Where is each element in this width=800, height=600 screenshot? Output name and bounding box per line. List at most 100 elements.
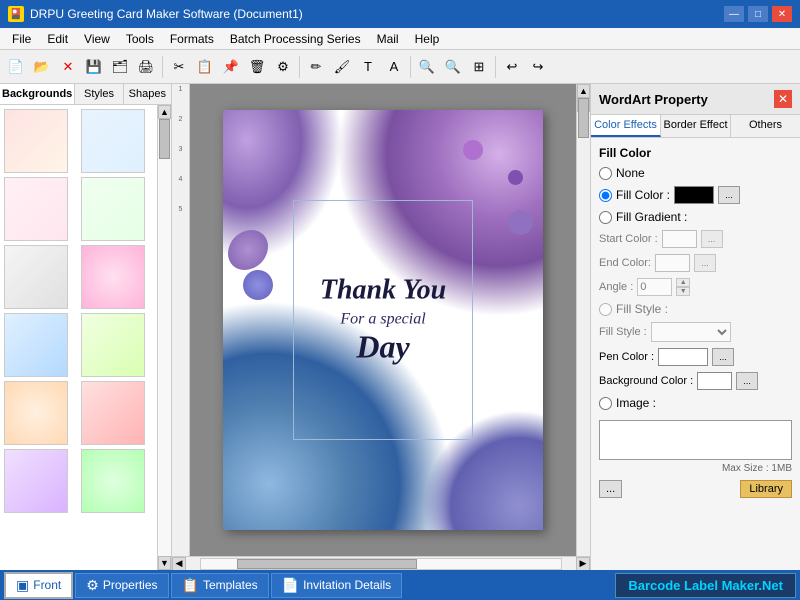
- scroll-thumb[interactable]: [159, 119, 170, 159]
- tb-copy[interactable]: 📋: [193, 55, 217, 79]
- tb-new[interactable]: 📄: [4, 55, 28, 79]
- toolbar-sep-1: [162, 56, 163, 78]
- angle-down: ▼: [676, 287, 690, 296]
- bg-thumb-5[interactable]: [4, 245, 68, 309]
- menu-view[interactable]: View: [76, 30, 118, 48]
- bg-thumb-3[interactable]: [4, 177, 68, 241]
- bg-thumb-7[interactable]: [4, 313, 68, 377]
- tb-grid[interactable]: ⊞: [467, 55, 491, 79]
- none-radio-label[interactable]: None: [599, 166, 645, 180]
- fill-color-label: Fill Color :: [616, 188, 670, 202]
- bg-thumb-4[interactable]: [81, 177, 145, 241]
- fill-color-swatch[interactable]: [674, 186, 714, 204]
- image-radio[interactable]: [599, 397, 612, 410]
- ruler-mark-1: 1: [179, 86, 183, 116]
- invitation-label: Invitation Details: [303, 578, 391, 592]
- tab-shapes[interactable]: Shapes: [124, 84, 171, 104]
- tab-others[interactable]: Others: [731, 115, 800, 137]
- bg-color-btn[interactable]: ...: [736, 372, 758, 390]
- menu-batch[interactable]: Batch Processing Series: [222, 30, 369, 48]
- fill-color-radio-label[interactable]: Fill Color :: [599, 188, 670, 202]
- tb-delete[interactable]: 🗑: [245, 55, 269, 79]
- bg-thumb-6[interactable]: [81, 245, 145, 309]
- scroll-up-arrow[interactable]: ▲: [158, 105, 171, 119]
- tab-border-effect[interactable]: Border Effect: [661, 115, 731, 137]
- fill-style-radio-row: Fill Style :: [599, 302, 792, 316]
- toolbar: 📄 📂 ✕ 💾 🗂 🖨 ✂ 📋 📌 🗑 ⚙ ✏ 🖌 T A 🔍 🔍 ⊞ ↩ ↪: [0, 50, 800, 84]
- card-text-sub: For a special: [320, 311, 446, 329]
- tb-settings[interactable]: ⚙: [271, 55, 295, 79]
- toolbar-sep-4: [495, 56, 496, 78]
- tb-text[interactable]: T: [356, 55, 380, 79]
- canvas-scrollbar-v[interactable]: ▲ ▼: [576, 84, 590, 556]
- bg-thumb-2[interactable]: [81, 109, 145, 173]
- left-panel-scrollbar[interactable]: ▲ ▼: [157, 105, 171, 570]
- image-action-btn[interactable]: ...: [599, 480, 622, 498]
- bg-thumb-1[interactable]: [4, 109, 68, 173]
- tab-backgrounds[interactable]: Backgrounds: [0, 84, 75, 104]
- h-scroll-left[interactable]: ◀: [172, 557, 186, 571]
- tab-color-effects[interactable]: Color Effects: [591, 115, 661, 137]
- menu-edit[interactable]: Edit: [39, 30, 76, 48]
- image-path-input[interactable]: [599, 420, 792, 460]
- tb-undo[interactable]: ↩: [500, 55, 524, 79]
- pen-color-swatch[interactable]: [658, 348, 708, 366]
- h-scroll-right[interactable]: ▶: [576, 557, 590, 571]
- bottom-btn-templates[interactable]: 📋 Templates: [171, 573, 269, 598]
- bg-thumb-8[interactable]: [81, 313, 145, 377]
- thumbnail-scroll[interactable]: [0, 105, 157, 570]
- fill-gradient-radio-label[interactable]: Fill Gradient :: [599, 210, 687, 224]
- tb-pencil[interactable]: ✏: [304, 55, 328, 79]
- canvas-scroll-thumb[interactable]: [578, 98, 589, 138]
- canvas-viewport[interactable]: Thank You For a special Day: [190, 84, 576, 556]
- wordart-close-button[interactable]: ✕: [774, 90, 792, 108]
- bg-color-swatch[interactable]: [697, 372, 732, 390]
- tb-brush[interactable]: 🖌: [330, 55, 354, 79]
- tb-print[interactable]: 🖨: [134, 55, 158, 79]
- canvas-scrollbar-h[interactable]: ◀ ▶: [172, 556, 590, 570]
- maximize-button[interactable]: □: [748, 6, 768, 22]
- start-color-label: Start Color :: [599, 233, 658, 245]
- bg-color-row: Background Color : ...: [599, 372, 792, 390]
- fill-gradient-radio[interactable]: [599, 211, 612, 224]
- tb-redo[interactable]: ↪: [526, 55, 550, 79]
- scroll-down-arrow[interactable]: ▼: [158, 556, 171, 570]
- minimize-button[interactable]: —: [724, 6, 744, 22]
- menu-help[interactable]: Help: [407, 30, 448, 48]
- tb-paste[interactable]: 📌: [219, 55, 243, 79]
- tab-styles[interactable]: Styles: [75, 84, 123, 104]
- bg-thumb-12[interactable]: [81, 449, 145, 513]
- tb-open[interactable]: 📂: [30, 55, 54, 79]
- fill-color-radio[interactable]: [599, 189, 612, 202]
- bottom-btn-invitation[interactable]: 📄 Invitation Details: [271, 573, 402, 598]
- tb-wordart[interactable]: A: [382, 55, 406, 79]
- h-scroll-thumb[interactable]: [237, 559, 417, 569]
- library-button[interactable]: Library: [740, 480, 792, 498]
- bg-thumb-10[interactable]: [81, 381, 145, 445]
- tb-zoom-out[interactable]: 🔍: [441, 55, 465, 79]
- greeting-card[interactable]: Thank You For a special Day: [223, 110, 543, 530]
- tb-cut[interactable]: ✂: [167, 55, 191, 79]
- card-text-group[interactable]: Thank You For a special Day: [320, 275, 446, 366]
- tb-save2[interactable]: 🗂: [108, 55, 132, 79]
- menu-mail[interactable]: Mail: [369, 30, 407, 48]
- close-button[interactable]: ✕: [772, 6, 792, 22]
- bg-thumb-11[interactable]: [4, 449, 68, 513]
- canvas-area: 1 2 3 4 5: [172, 84, 590, 570]
- tb-save[interactable]: 💾: [82, 55, 106, 79]
- tb-close-doc[interactable]: ✕: [56, 55, 80, 79]
- menu-formats[interactable]: Formats: [162, 30, 222, 48]
- end-color-row: End Color: ...: [599, 254, 792, 272]
- menu-tools[interactable]: Tools: [118, 30, 162, 48]
- fill-color-picker-btn[interactable]: ...: [718, 186, 740, 204]
- bottom-btn-front[interactable]: ▣ Front: [4, 572, 73, 599]
- menu-file[interactable]: File: [4, 30, 39, 48]
- pen-color-btn[interactable]: ...: [712, 348, 734, 366]
- image-radio-label[interactable]: Image :: [599, 396, 656, 410]
- canvas-scroll-up[interactable]: ▲: [577, 84, 590, 98]
- bottom-btn-properties[interactable]: ⚙ Properties: [75, 573, 168, 598]
- tb-zoom-in[interactable]: 🔍: [415, 55, 439, 79]
- start-color-row: Start Color : ...: [599, 230, 792, 248]
- bg-thumb-9[interactable]: [4, 381, 68, 445]
- none-radio[interactable]: [599, 167, 612, 180]
